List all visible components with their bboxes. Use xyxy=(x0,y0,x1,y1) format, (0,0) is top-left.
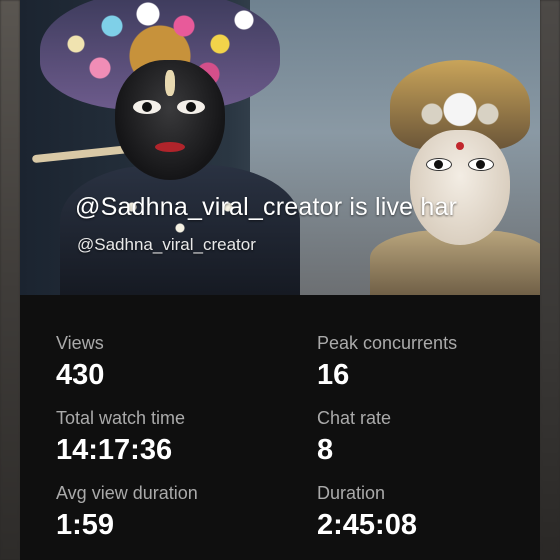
stat-value: 16 xyxy=(317,359,350,391)
stat-label: Peak concurrents xyxy=(317,333,458,353)
eye-left xyxy=(133,100,161,114)
stat-value: 14:17:36 xyxy=(56,434,173,466)
garland-left xyxy=(60,165,300,295)
channel-handle[interactable]: @Sadhna_viral_creator xyxy=(77,235,256,255)
stat-label: Duration xyxy=(317,483,386,503)
stat-value: 2:45:08 xyxy=(317,509,417,541)
live-summary-card: @Sadhna_viral_creator is live har @Sadhn… xyxy=(0,0,560,560)
stat-label: Avg view duration xyxy=(56,483,198,503)
stat-value: 8 xyxy=(317,434,334,466)
deity-face-left xyxy=(115,60,225,180)
eye-right xyxy=(177,100,205,114)
lips xyxy=(155,142,185,152)
eye-left xyxy=(426,158,452,171)
stat-value: 430 xyxy=(56,359,105,391)
flute-shape xyxy=(31,144,133,164)
stats-panel: Views 430 Peak concurrents 16 Total watc… xyxy=(20,295,540,560)
deity-figure-right xyxy=(350,60,540,295)
stat-value: 1:59 xyxy=(56,509,115,541)
stat-label: Views xyxy=(56,333,104,353)
stat-total-watch-time: Total watch time 14:17:36 xyxy=(56,407,185,467)
stat-label: Chat rate xyxy=(317,408,392,428)
stat-views: Views 430 xyxy=(56,332,104,392)
bindi-dot xyxy=(456,142,464,150)
tilak-mark xyxy=(165,70,175,96)
stat-avg-view-duration: Avg view duration 1:59 xyxy=(56,482,198,542)
stream-thumbnail[interactable]: @Sadhna_viral_creator is live har @Sadhn… xyxy=(20,0,540,295)
stat-label: Total watch time xyxy=(56,408,186,428)
blurred-edge-right xyxy=(540,0,560,560)
stream-title: @Sadhna_viral_creator is live har xyxy=(75,193,458,221)
deity-face-right xyxy=(410,130,510,245)
stat-chat-rate: Chat rate 8 xyxy=(317,407,391,467)
stat-duration: Duration 2:45:08 xyxy=(317,482,417,542)
eye-right xyxy=(468,158,494,171)
stat-peak-concurrents: Peak concurrents 16 xyxy=(317,332,457,392)
blurred-edge-left xyxy=(0,0,20,560)
